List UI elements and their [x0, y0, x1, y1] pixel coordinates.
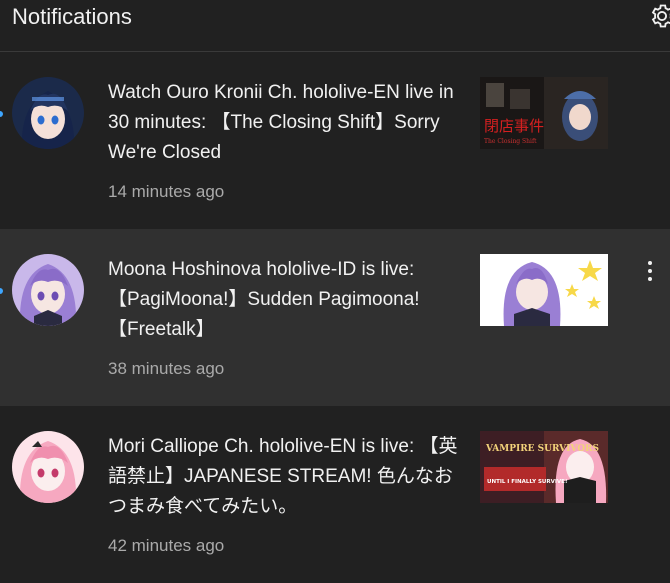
video-thumbnail[interactable]: VAMPIRE SURVIVORS UNTIL I FINALLY SURVIV…	[480, 431, 608, 503]
notification-item[interactable]: Moona Hoshinova hololive-ID is live: 【Pa…	[0, 229, 670, 406]
video-thumbnail[interactable]	[480, 254, 608, 326]
more-options-button[interactable]	[640, 257, 660, 287]
thumbnail-subcaption: The Closing Shift	[484, 138, 537, 145]
avatar	[12, 254, 84, 326]
more-dot	[648, 277, 652, 281]
notification-time: 38 minutes ago	[108, 359, 225, 378]
avatar	[12, 77, 84, 149]
more-dot	[648, 261, 652, 265]
thumbnail-caption: 閉店事件	[484, 117, 544, 135]
notification-message: Mori Calliope Ch. hololive-EN is live: 【…	[108, 436, 458, 517]
notification-list: Watch Ouro Kronii Ch. hololive-EN live i…	[0, 52, 670, 583]
unread-indicator	[0, 111, 3, 117]
notification-time: 42 minutes ago	[108, 536, 225, 555]
notification-item[interactable]: Watch Ouro Kronii Ch. hololive-EN live i…	[0, 52, 670, 229]
avatar	[12, 431, 84, 503]
notifications-header: Notifications	[0, 0, 670, 52]
video-thumbnail[interactable]: 閉店事件 The Closing Shift	[480, 77, 608, 149]
page-title: Notifications	[12, 4, 132, 29]
notification-message: Watch Ouro Kronii Ch. hololive-EN live i…	[108, 82, 454, 163]
more-dot	[648, 269, 652, 273]
notification-time: 14 minutes ago	[108, 182, 225, 201]
unread-indicator	[0, 288, 3, 294]
notification-message: Moona Hoshinova hololive-ID is live: 【Pa…	[108, 259, 420, 340]
thumbnail-subcaption: UNTIL I FINALLY SURVIVE!	[487, 479, 567, 485]
notification-item[interactable]: Mori Calliope Ch. hololive-EN is live: 【…	[0, 406, 670, 583]
gear-icon[interactable]	[648, 2, 670, 30]
thumbnail-caption: VAMPIRE SURVIVORS	[485, 444, 599, 454]
